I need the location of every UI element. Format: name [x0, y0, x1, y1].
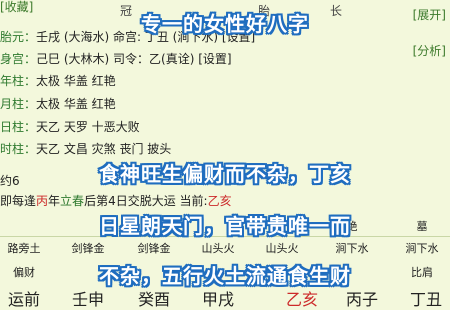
nayin-cell: 剑锋金	[71, 242, 105, 255]
rizhu-value: 天乙 天罗 十恶大败	[36, 120, 140, 134]
dayun-cell[interactable]: 癸酉	[124, 286, 184, 310]
jiaoyun-day: 4	[108, 194, 116, 208]
jiaoyun-after-day: 日交脱大运 当前:	[115, 194, 208, 208]
siling-value[interactable]: 乙(真诠) [设置]	[149, 52, 232, 66]
overlay-caption-line: 不杂，五行火土流通食生财	[99, 264, 351, 288]
lichun-term: 立春	[60, 194, 85, 208]
nayin-row: 路旁土 剑锋金 剑锋金 山头火 山头火 涧下水 涧下水	[0, 240, 450, 258]
jiaoyun-row: 即每逢丙年立春后第4日交脱大运 当前:乙亥	[0, 192, 232, 210]
yuezhu-value: 太极 华盖 红艳	[36, 97, 116, 111]
nianzhu-label: 年柱：	[0, 74, 37, 88]
yuezhu-label: 月柱：	[0, 97, 37, 111]
yuezhu-row: 月柱：太极 华盖 红艳	[0, 95, 116, 113]
shengong-label: 身宫：	[0, 52, 37, 66]
dayun-cell[interactable]: 丙子	[332, 286, 392, 310]
overlay-caption-line: 日星朗天门，官带贵唯一而	[99, 214, 351, 238]
jiaoyun-prefix: 即每逢	[0, 194, 37, 208]
dayun-cell[interactable]: 丁丑	[396, 286, 450, 310]
jiaoyun-year: 年	[48, 194, 61, 208]
nianzhu-value: 太极 华盖 红艳	[36, 74, 116, 88]
shengong-value: 己巳 (大林木) 司令：	[36, 52, 150, 66]
analyze-button[interactable]: [分析]	[413, 42, 446, 59]
shizhu-value: 天乙 文昌 灾煞 丧门 披头	[36, 142, 172, 156]
shizhu-row: 时柱：天乙 文昌 灾煞 丧门 披头	[0, 140, 171, 158]
jiaoyun-stem: 丙	[36, 194, 49, 208]
dayun-cell-current[interactable]: 乙亥	[272, 286, 332, 310]
rizhu-row: 日柱：天乙 天罗 十恶大败	[0, 118, 140, 136]
dayun-cell: 运前	[7, 290, 40, 309]
nianzhu-row: 年柱：太极 华盖 红艳	[0, 72, 116, 90]
jiaoyun-after-lichun: 后第	[84, 194, 109, 208]
dayun-cell[interactable]: 壬申	[58, 286, 118, 310]
shizhu-label: 时柱：	[0, 142, 37, 156]
current-dayun: 乙亥	[207, 194, 232, 208]
nayin-cell: 路旁土	[7, 242, 41, 255]
nayin-cell: 山头火	[201, 242, 235, 255]
rizhu-label: 日柱：	[0, 120, 37, 134]
nayin-cell: 山头火	[265, 242, 299, 255]
nayin-cell: 涧下水	[405, 242, 439, 255]
nayin-cell: 剑锋金	[137, 242, 171, 255]
shengong-row: 身宫：己巳 (大林木) 司令：乙(真诠) [设置]	[0, 50, 232, 68]
overlay-title: 专一的女性好八字	[141, 12, 309, 36]
nayin-cell: 涧下水	[335, 242, 369, 255]
overlay-caption-line: 食神旺生偏财而不杂，丁亥	[99, 162, 351, 186]
dayun-cell[interactable]: 甲戌	[188, 286, 248, 310]
